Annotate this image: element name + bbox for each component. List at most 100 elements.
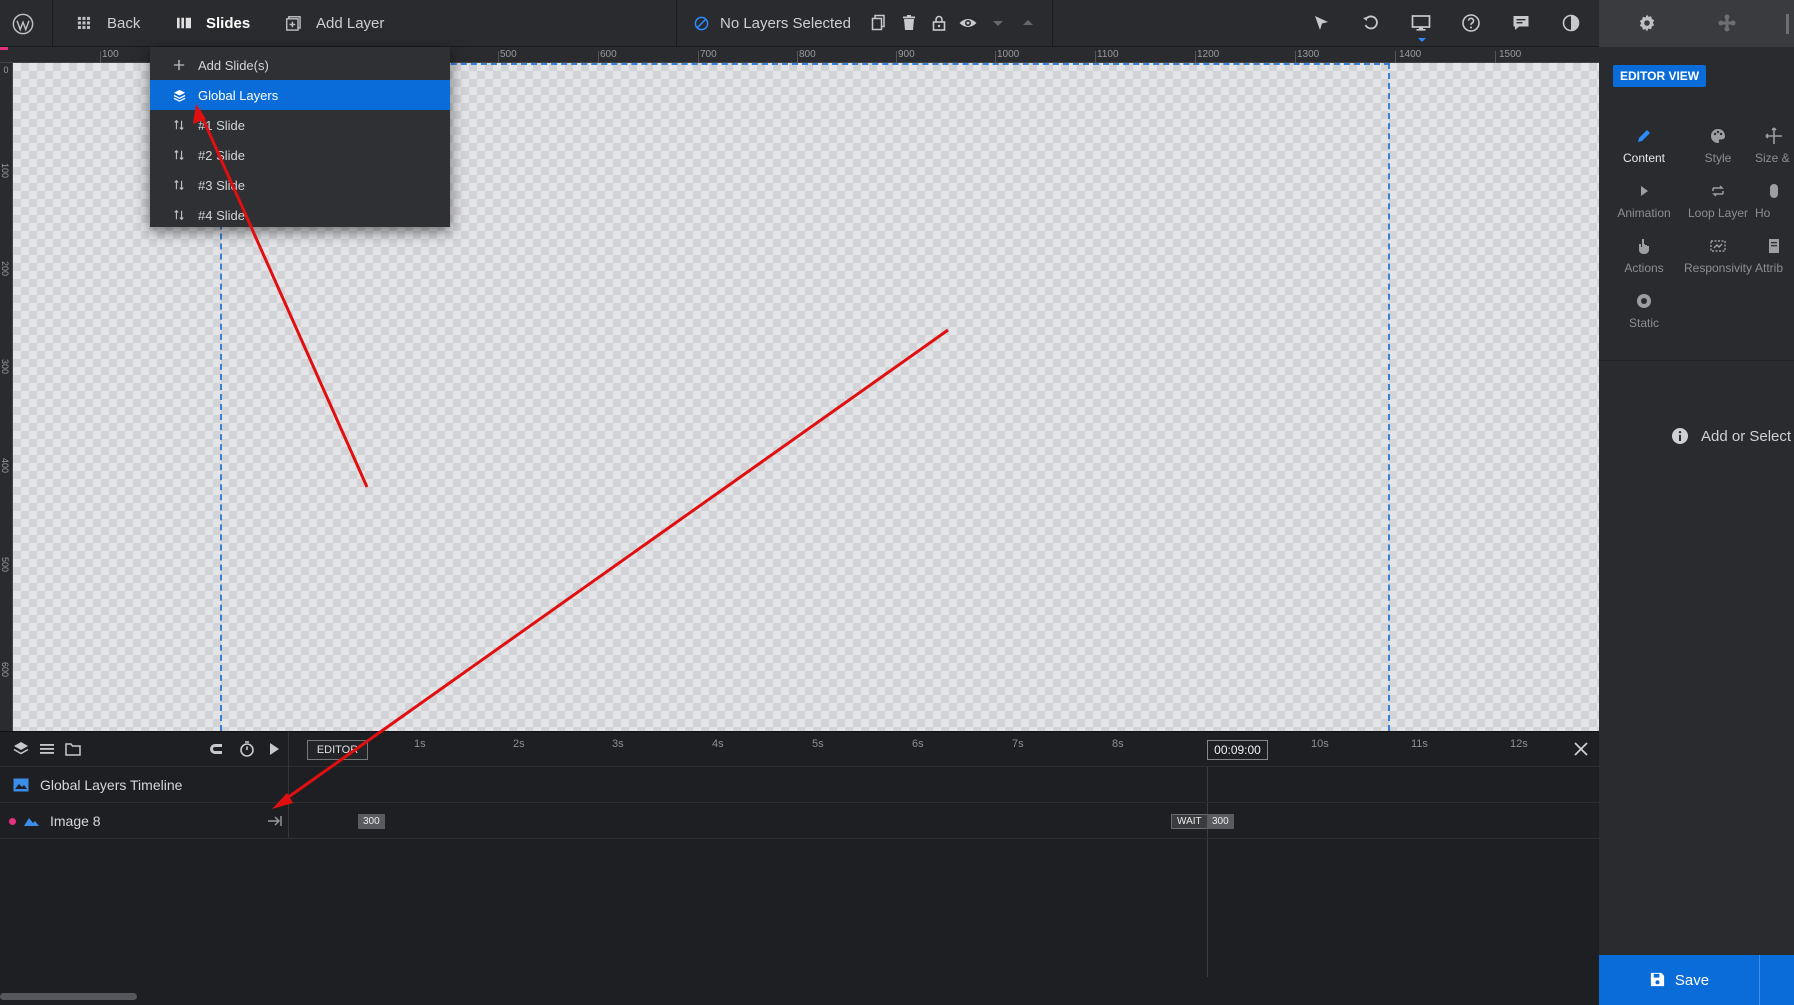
timer-icon[interactable] (238, 740, 256, 758)
menu-item-slide-1[interactable]: #1 Slide (150, 110, 450, 140)
duplicate-icon[interactable] (869, 13, 889, 33)
timeline-group-row[interactable]: Global Layers Timeline (0, 767, 1599, 803)
attributes-icon (1765, 237, 1783, 255)
tab-label: Actions (1624, 261, 1664, 275)
ruler-label: 1400 (1399, 49, 1422, 60)
layer-settings-panel: EDITOR VIEW Content Style Size & Animati… (1599, 47, 1794, 1005)
help-icon[interactable] (1461, 13, 1481, 33)
ruler-label: 800 (799, 49, 816, 60)
current-time-badge[interactable]: 00:09:00 (1207, 740, 1268, 760)
menu-item-slide-3[interactable]: #3 Slide (150, 170, 450, 200)
menu-item-slide-2[interactable]: #2 Slide (150, 140, 450, 170)
static-icon (1635, 292, 1653, 310)
layer-wait-tag[interactable]: WAIT (1171, 814, 1208, 829)
layer-status-label: No Layers Selected (720, 15, 851, 32)
tab-animation[interactable]: Animation (1607, 182, 1681, 220)
tab-label: Responsivity (1683, 261, 1753, 275)
ruler-label: 600 (600, 49, 617, 60)
ruler-label: 1300 (1297, 49, 1320, 60)
toolbar-divider (52, 0, 53, 47)
timeline-group-label: Global Layers Timeline (40, 777, 183, 793)
ruler-tick (896, 51, 897, 63)
editor-view-badge[interactable]: EDITOR VIEW (1613, 65, 1707, 87)
layer-start-duration-tag[interactable]: 300 (358, 814, 385, 829)
menu-item-slide-4[interactable]: #4 Slide (150, 200, 450, 230)
no-selection-hint: Add or Select (1671, 427, 1791, 445)
modules-icon[interactable] (1717, 13, 1737, 33)
gear-icon[interactable] (1637, 13, 1657, 33)
plus-icon (172, 58, 186, 72)
ruler-tick (598, 51, 599, 63)
time-marker: 7s (1012, 738, 1024, 750)
tab-size[interactable]: Size & (1755, 127, 1794, 165)
tab-content[interactable]: Content (1607, 127, 1681, 165)
tab-label: Ho (1755, 206, 1771, 220)
slides-button[interactable]: Slides (176, 0, 250, 47)
play-icon (1635, 182, 1653, 200)
add-layer-icon (286, 15, 302, 32)
time-marker: 4s (712, 738, 724, 750)
list-icon[interactable] (38, 740, 56, 758)
back-button[interactable]: Back (77, 0, 140, 47)
slides-icon (176, 16, 192, 32)
tab-style[interactable]: Style (1681, 127, 1755, 165)
undo-icon[interactable] (1361, 13, 1381, 33)
tab-actions[interactable]: Actions (1607, 237, 1681, 275)
ruler-label: 500 (500, 49, 517, 60)
tab-responsivity[interactable]: Responsivity (1681, 237, 1755, 275)
menu-item-add-slides[interactable]: Add Slide(s) (150, 50, 450, 80)
ruler-tick (1395, 51, 1396, 63)
toolbar-divider (676, 0, 677, 47)
time-marker: 1s (414, 738, 426, 750)
move-down-icon[interactable] (988, 13, 1008, 33)
tab-attributes[interactable]: Attrib (1755, 237, 1794, 275)
visibility-eye-icon[interactable] (958, 13, 978, 33)
settings-tabs: Content Style Size & Animation Loop Laye… (1599, 113, 1794, 341)
timeline-layer-row[interactable]: Image 8 300 WAIT 300 (0, 803, 1599, 839)
floppy-disk-icon (1649, 971, 1667, 989)
lock-icon[interactable] (929, 13, 949, 33)
magnet-snap-icon[interactable] (207, 740, 225, 758)
tab-hover[interactable]: Ho (1755, 182, 1794, 220)
vertical-ruler: 0 100 200 300 400 500 600 (0, 63, 13, 731)
cursor-select-icon[interactable] (1311, 13, 1331, 33)
collapse-arrow-icon[interactable] (266, 813, 284, 829)
close-icon[interactable] (1570, 738, 1592, 760)
horizontal-scrollbar[interactable] (0, 993, 137, 1000)
play-icon[interactable] (265, 740, 283, 758)
ruler-tick (995, 51, 996, 63)
wordpress-logo-icon[interactable] (12, 0, 34, 47)
layer-selection-status: No Layers Selected (694, 0, 851, 47)
timeline-panel: EDITOR 1s 2s 3s 4s 5s 6s 7s 8s 10s 11s 1… (0, 731, 1599, 1005)
ruler-origin-marker (0, 47, 8, 50)
sort-icon (172, 118, 186, 132)
layers-icon[interactable] (12, 740, 30, 758)
contrast-theme-icon[interactable] (1561, 13, 1581, 33)
trash-icon[interactable] (899, 13, 919, 33)
time-marker: 8s (1112, 738, 1124, 750)
menu-item-global-layers[interactable]: Global Layers (150, 80, 450, 110)
tab-label: Size & (1755, 151, 1790, 165)
image-layer-icon (23, 814, 40, 828)
ruler-tick (1295, 51, 1296, 63)
save-button[interactable]: Save (1599, 955, 1759, 1005)
tab-static[interactable]: Static (1607, 292, 1681, 330)
ruler-label: 200 (0, 261, 10, 277)
add-layer-button[interactable]: Add Layer (286, 0, 384, 47)
ruler-tick (1195, 51, 1196, 63)
save-label: Save (1674, 971, 1710, 989)
ruler-label: 600 (0, 662, 10, 678)
comment-icon[interactable] (1511, 13, 1531, 33)
panel-resize-handle[interactable] (1786, 14, 1789, 34)
editor-time-badge[interactable]: EDITOR (307, 740, 368, 760)
slider-editor: Back Slides Add Layer No Layers Selected (0, 0, 1794, 1005)
tab-label: Animation (1617, 206, 1671, 220)
settings-panel-header (1599, 0, 1794, 47)
desktop-view-icon[interactable] (1411, 13, 1431, 33)
menu-item-label: #4 Slide (198, 207, 245, 223)
tab-loop-layer[interactable]: Loop Layer (1681, 182, 1755, 220)
move-up-icon[interactable] (1018, 13, 1038, 33)
ruler-label: 1500 (1499, 49, 1522, 60)
layer-end-duration-tag[interactable]: 300 (1207, 814, 1234, 829)
folder-icon[interactable] (64, 740, 82, 758)
